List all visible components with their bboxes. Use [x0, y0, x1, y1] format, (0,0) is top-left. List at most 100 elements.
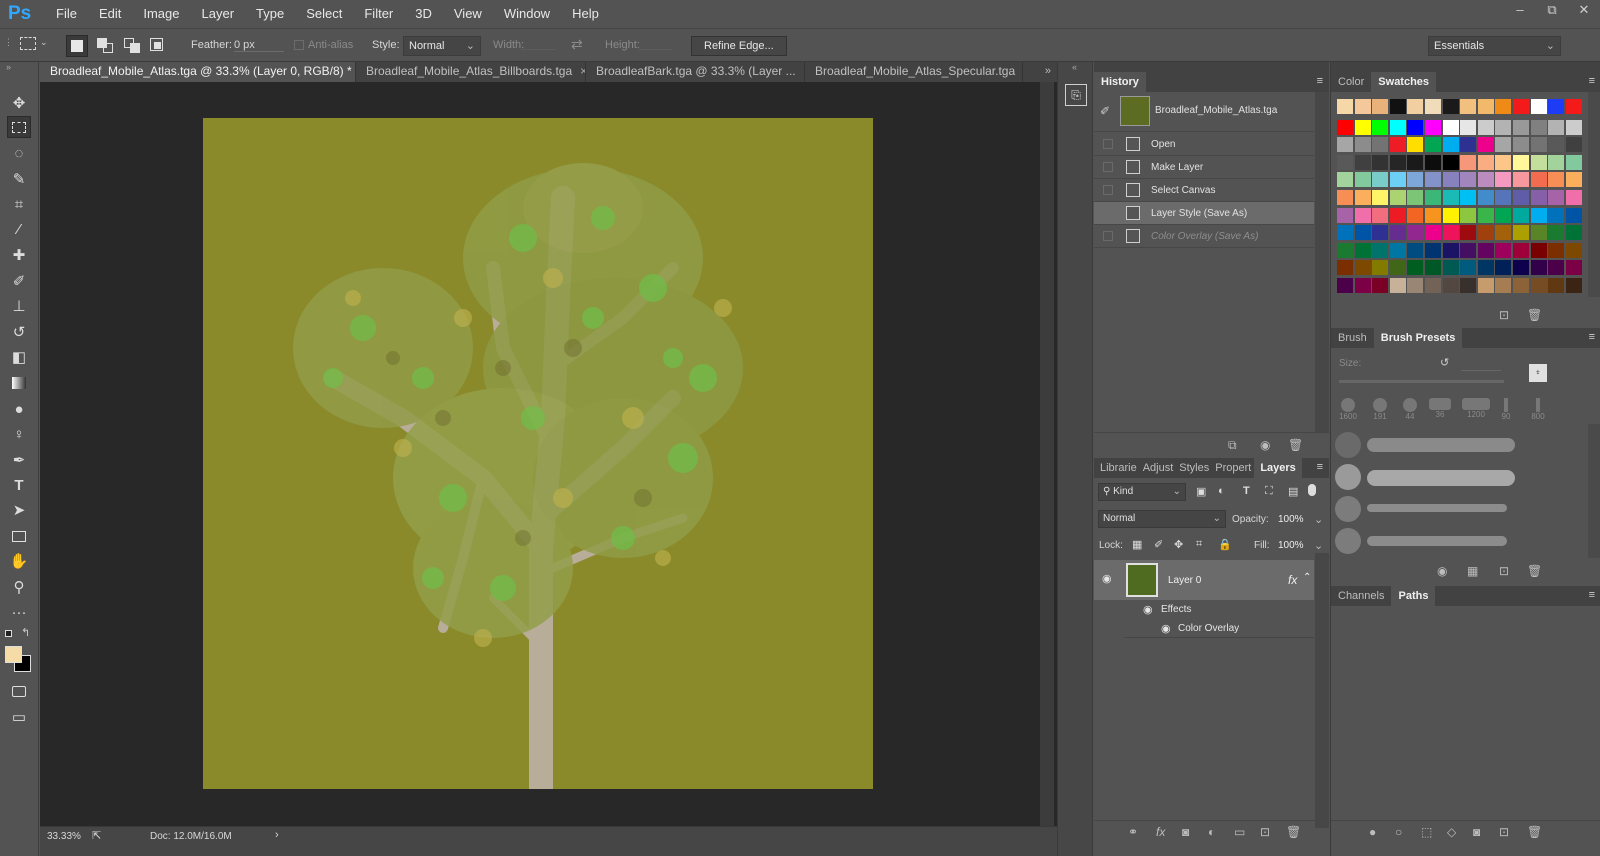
menu-filter[interactable]: Filter [353, 6, 404, 21]
camera-icon[interactable]: ◉ [1260, 438, 1270, 452]
fx-icon[interactable]: fx [1156, 825, 1165, 839]
color-swatch[interactable] [1425, 242, 1441, 258]
effect-item-row[interactable]: ◉ Color Overlay [1124, 619, 1314, 638]
color-swatch[interactable] [1548, 172, 1565, 188]
color-swatch[interactable] [1354, 119, 1371, 135]
tab-broadleaf-mobile-atlas[interactable]: Broadleaf_Mobile_Atlas.tga @ 33.3% (Laye… [40, 62, 356, 82]
clone-stamp-tool-icon[interactable]: ⊥ [7, 295, 31, 317]
color-swatch[interactable] [1530, 225, 1547, 241]
color-swatch[interactable] [1425, 278, 1441, 293]
color-swatch[interactable] [1548, 137, 1565, 153]
export-icon[interactable]: ⇱ [92, 829, 101, 842]
blur-tool-icon[interactable]: ● [7, 398, 31, 420]
color-swatch[interactable] [1372, 119, 1389, 135]
style-select[interactable]: Normal ⌄ [403, 36, 481, 56]
color-swatch[interactable] [1530, 154, 1547, 170]
color-swatch[interactable] [1477, 154, 1494, 170]
panel-menu-icon[interactable]: ≡ [1317, 75, 1323, 87]
color-swatch[interactable] [1495, 225, 1512, 241]
path-to-selection-icon[interactable]: ⬚ [1421, 825, 1432, 839]
color-swatch[interactable] [1407, 207, 1424, 223]
tab-layers[interactable]: Layers [1254, 458, 1302, 478]
filter-toggle[interactable] [1308, 484, 1316, 496]
color-swatch[interactable] [1337, 260, 1353, 276]
tab-swatches[interactable]: Swatches [1371, 72, 1437, 92]
color-swatch[interactable] [1530, 190, 1547, 205]
layer-filter-select[interactable]: ⚲ Kind ⌄ [1098, 483, 1186, 501]
tab-broadleaf-specular[interactable]: Broadleaf_Mobile_Atlas_Specular.tga× [805, 62, 1023, 82]
history-scrollbar[interactable] [1315, 92, 1329, 432]
color-swatch[interactable] [1354, 99, 1371, 114]
adjustment-layer-icon[interactable]: ◐ [1208, 825, 1215, 839]
color-swatch[interactable] [1389, 260, 1406, 276]
menu-window[interactable]: Window [493, 6, 561, 21]
collapse-panels-icon[interactable]: « [1072, 62, 1077, 72]
color-swatch[interactable] [1495, 119, 1512, 135]
color-swatch[interactable] [1337, 190, 1353, 205]
lasso-tool-icon[interactable]: ◌ [7, 142, 31, 164]
tab-broadleaf-billboards[interactable]: Broadleaf_Mobile_Atlas_Billboards.tga× [356, 62, 586, 82]
color-swatch[interactable] [1337, 154, 1353, 170]
color-swatch[interactable] [1389, 172, 1406, 188]
color-swatch[interactable] [1548, 99, 1565, 114]
chevron-down-icon[interactable]: ⌄ [1314, 513, 1323, 526]
brush-tip[interactable]: 191 [1371, 398, 1389, 421]
opacity-input[interactable]: 100% [1278, 514, 1304, 525]
color-swatch[interactable] [1495, 172, 1512, 188]
status-menu-arrow[interactable]: › [275, 829, 279, 841]
toggle-brush-panel-icon[interactable]: ◉ [1437, 564, 1447, 578]
quick-selection-tool-icon[interactable]: ✎ [7, 168, 31, 190]
color-swatch[interactable] [1565, 278, 1582, 293]
visibility-eye-icon[interactable]: ◉ [1143, 603, 1153, 616]
menu-3d[interactable]: 3D [404, 6, 443, 21]
trash-icon[interactable]: 🗑 [1286, 825, 1301, 839]
color-swatch[interactable] [1372, 190, 1389, 205]
lock-image-icon[interactable]: ✐ [1154, 538, 1163, 551]
fill-path-icon[interactable]: ● [1369, 825, 1376, 839]
brush-tool-icon[interactable]: ✐ [7, 270, 31, 292]
menu-file[interactable]: File [45, 6, 88, 21]
brush-tip[interactable]: 800 [1527, 398, 1549, 421]
color-swatch[interactable] [1442, 225, 1459, 241]
color-swatch[interactable] [1495, 278, 1512, 293]
history-source-checkbox[interactable] [1103, 139, 1113, 149]
trash-icon[interactable]: 🗑 [1527, 564, 1542, 578]
color-swatch[interactable] [1442, 154, 1459, 170]
color-swatch[interactable] [1565, 172, 1582, 188]
color-swatch[interactable] [1548, 119, 1565, 135]
swatch-scrollbar[interactable] [1588, 92, 1600, 297]
menu-image[interactable]: Image [132, 6, 190, 21]
color-swatch[interactable] [1565, 137, 1582, 153]
color-swatch[interactable] [1337, 207, 1353, 223]
more-tools-icon[interactable]: ··· [7, 601, 31, 623]
new-document-from-state-icon[interactable]: ⧉ [1228, 438, 1237, 453]
menu-select[interactable]: Select [295, 6, 353, 21]
brush-size-input[interactable] [1461, 370, 1501, 371]
filter-pixel-icon[interactable]: ▣ [1196, 485, 1206, 498]
color-swatch[interactable] [1372, 278, 1389, 293]
color-swatch[interactable] [1354, 242, 1371, 258]
color-swatch[interactable] [1407, 99, 1424, 114]
brush-preset-stroke[interactable] [1367, 504, 1507, 512]
close-window-button[interactable]: ✕ [1568, 0, 1600, 20]
color-swatch[interactable] [1513, 190, 1529, 205]
brush-preset-dot[interactable] [1335, 496, 1361, 522]
tab-broadleaf-bark[interactable]: BroadleafBark.tga @ 33.3% (Layer ...× [586, 62, 805, 82]
antialias-checkbox[interactable] [294, 40, 304, 50]
panel-menu-icon[interactable]: ≡ [1589, 75, 1595, 87]
color-swatch[interactable] [1548, 154, 1565, 170]
color-swatch[interactable] [1460, 119, 1477, 135]
color-swatch[interactable] [1548, 207, 1565, 223]
color-swatch[interactable] [1530, 260, 1547, 276]
color-swatch[interactable] [1460, 225, 1477, 241]
brush-tip[interactable]: 1600 [1339, 398, 1357, 421]
blend-mode-select[interactable]: Normal ⌄ [1098, 510, 1226, 528]
color-swatch[interactable] [1548, 260, 1565, 276]
tab-color[interactable]: Color [1331, 72, 1371, 92]
layers-scrollbar[interactable] [1315, 553, 1329, 828]
color-swatch[interactable] [1407, 190, 1424, 205]
color-swatch[interactable] [1407, 278, 1424, 293]
chevron-down-icon[interactable]: ⌄ [1314, 539, 1323, 552]
visibility-eye-icon[interactable]: ◉ [1102, 572, 1112, 585]
color-swatch[interactable] [1460, 278, 1477, 293]
